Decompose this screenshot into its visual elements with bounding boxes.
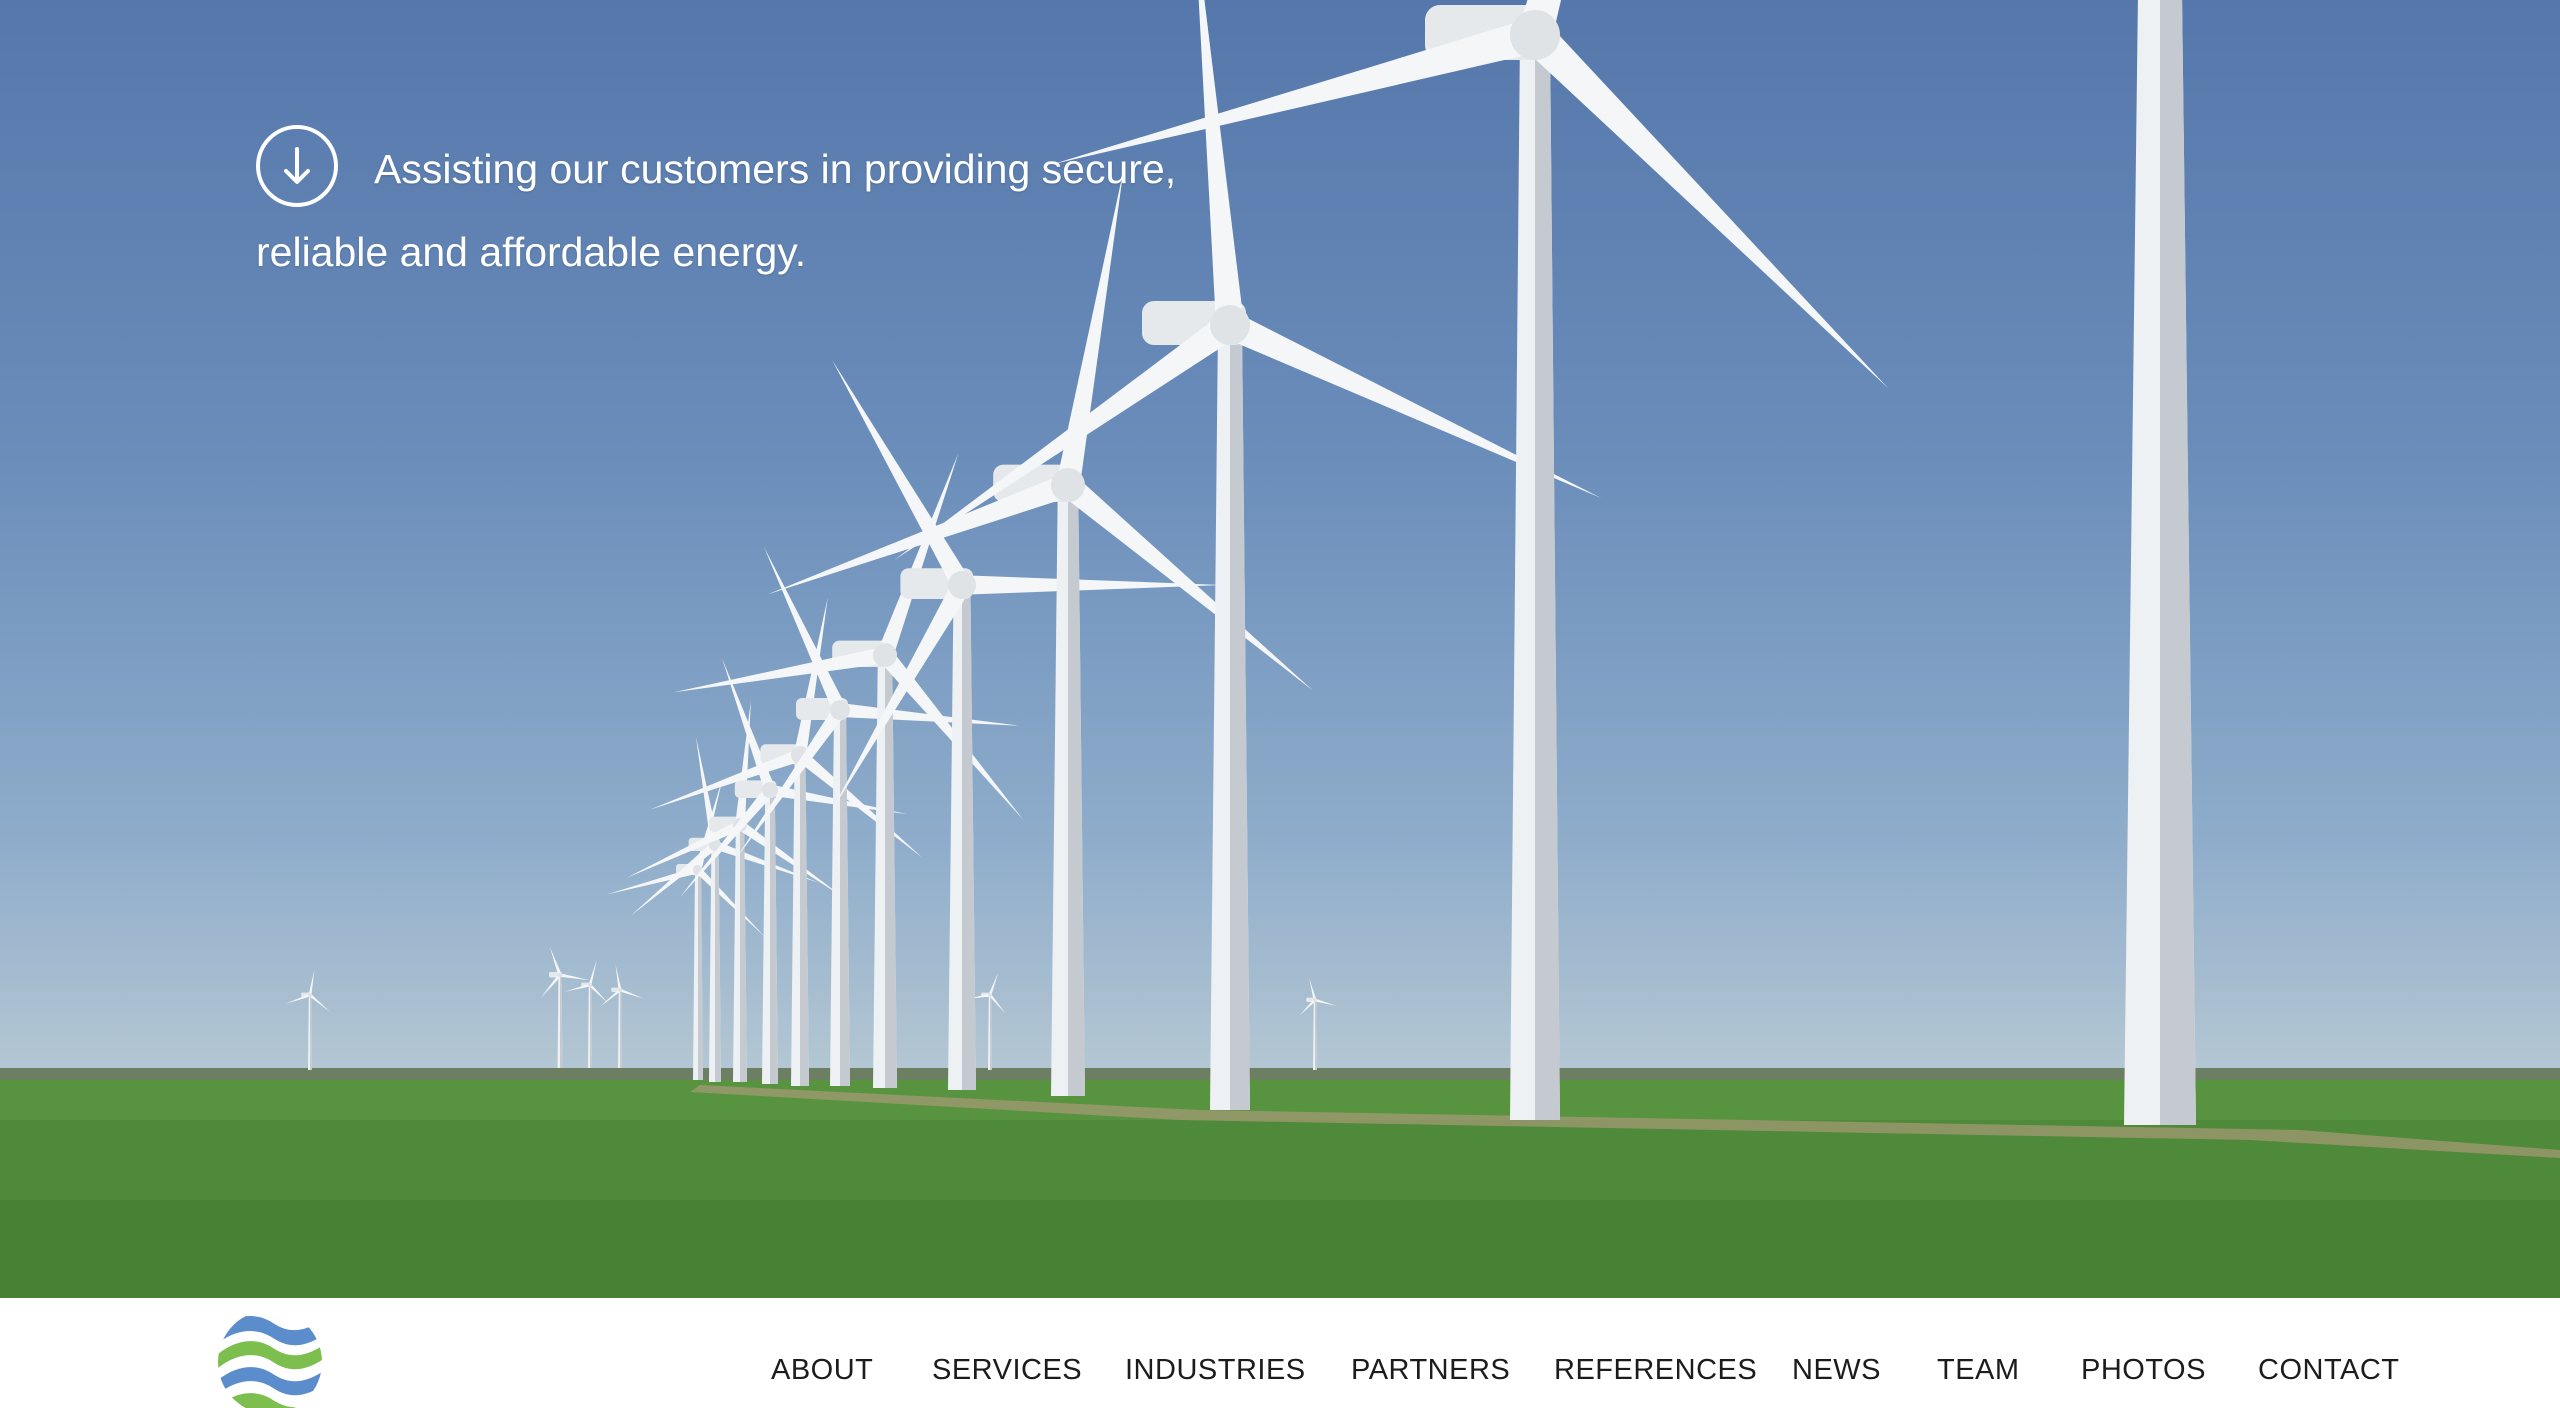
turbine-hub [830, 700, 850, 720]
turbine-blade [878, 649, 1024, 820]
turbine-hub [1051, 468, 1085, 502]
turbine-tower-shade [310, 995, 312, 1070]
turbine-tower-shade [620, 990, 622, 1068]
turbine-blade [1314, 998, 1337, 1006]
turbine-hub [557, 972, 563, 978]
turbine-blade [589, 984, 609, 1004]
turbine-hub [1210, 305, 1250, 345]
turbine-tower-shade [560, 975, 563, 1068]
turbine-hub [588, 983, 592, 987]
turbine-blade [308, 969, 315, 996]
nav-about[interactable]: ABOUT [771, 1354, 873, 1387]
turbine-tower-shade [800, 755, 809, 1086]
wave-logo-icon[interactable] [218, 1308, 322, 1408]
turbine-hub [873, 643, 897, 667]
turbine-blade [549, 946, 562, 976]
turbine-tower-shade [590, 985, 592, 1068]
turbine-tower-shade [770, 790, 778, 1084]
nav-team[interactable]: TEAM [1937, 1354, 2020, 1387]
hero-banner: Assisting our customers in providing sec… [0, 0, 2560, 1298]
turbine-blade [1309, 978, 1317, 1001]
turbine-blade [695, 867, 766, 938]
turbine-hub [762, 782, 778, 798]
nav-news[interactable]: NEWS [1792, 1354, 1881, 1387]
nav-contact[interactable]: CONTACT [2258, 1354, 2400, 1387]
turbine-hub [308, 993, 312, 997]
turbine-hub [1313, 998, 1317, 1002]
turbine-hub [988, 993, 992, 997]
turbine-tower-shade [1068, 485, 1085, 1096]
turbine-tower-shade [1230, 325, 1250, 1110]
turbine-hub [618, 988, 622, 992]
turbine-blade [619, 988, 645, 999]
turbine-tower-shade [990, 995, 992, 1070]
turbine-tower-shade [740, 825, 747, 1082]
nav-partners[interactable]: PARTNERS [1351, 1354, 1510, 1387]
turbine-tower-shade [698, 870, 703, 1080]
turbine-blade [988, 994, 1006, 1014]
turbine-tower-shade [840, 710, 850, 1086]
turbine-tower-shade [1315, 1000, 1317, 1070]
nav-services[interactable]: SERVICES [932, 1354, 1082, 1387]
turbine-tower-shade [715, 845, 721, 1082]
turbine-blade [309, 993, 330, 1012]
turbine-hub [1510, 10, 1560, 60]
nav-references[interactable]: REFERENCES [1554, 1354, 1757, 1387]
turbine-blade [559, 973, 590, 981]
turbine-blade [564, 983, 591, 992]
turbine-hub [948, 571, 976, 599]
hero-tagline: Assisting our customers in providing sec… [256, 125, 1256, 291]
site-navbar: ABOUT SERVICES INDUSTRIES PARTNERS REFER… [0, 1298, 2560, 1408]
turbine-tower-shade [1535, 35, 1560, 1120]
hero-tagline-text: Assisting our customers in providing sec… [256, 146, 1177, 276]
turbine-blade [615, 964, 622, 991]
turbine-blade [988, 972, 999, 996]
nav-industries[interactable]: INDUSTRIES [1125, 1354, 1306, 1387]
turbine-blade [588, 959, 597, 986]
turbine-tower-shade [2160, 0, 2196, 1125]
arrow-down-circle-icon[interactable] [256, 125, 338, 208]
turbine-blade [673, 646, 887, 693]
turbine-blade [1522, 22, 1889, 389]
nav-photos[interactable]: PHOTOS [2081, 1354, 2206, 1387]
turbine-tower-shade [962, 585, 976, 1090]
turbine-blade [285, 993, 311, 1004]
